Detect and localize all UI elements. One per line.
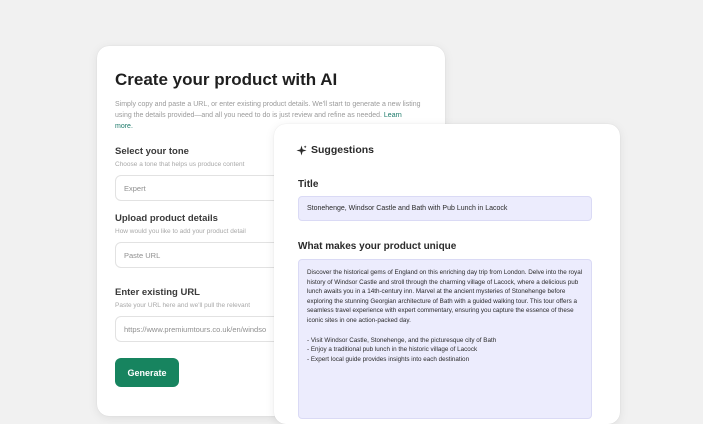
unique-paragraph: Discover the historical gems of England …	[307, 269, 583, 324]
list-item: - Expert local guide provides insights i…	[307, 355, 470, 363]
unique-bullet-list: - Visit Windsor Castle, Stonehenge, and …	[307, 336, 583, 365]
upload-label: Upload product details	[115, 213, 218, 224]
suggestions-header: Suggestions	[296, 144, 374, 156]
generate-button[interactable]: Generate	[115, 358, 179, 387]
url-help: Paste your URL here and we'll pull the r…	[115, 302, 251, 309]
suggestions-heading: Suggestions	[311, 144, 375, 156]
unique-label: What makes your product unique	[298, 241, 457, 252]
suggested-title-field[interactable]: Stonehenge, Windsor Castle and Bath with…	[298, 196, 592, 221]
list-item: - Visit Windsor Castle, Stonehenge, and …	[307, 336, 497, 344]
list-item: - Enjoy a traditional pub lunch in the h…	[307, 346, 478, 354]
create-title: Create your product with AI	[115, 70, 338, 89]
title-label: Title	[298, 179, 319, 190]
suggested-description-field[interactable]: Discover the historical gems of England …	[298, 259, 592, 419]
url-label: Enter existing URL	[115, 287, 200, 298]
create-description-text: Simply copy and paste a URL, or enter ex…	[115, 101, 421, 119]
tone-help: Choose a tone that helps us produce cont…	[115, 161, 245, 168]
suggestions-card: Suggestions Title Stonehenge, Windsor Ca…	[274, 124, 620, 424]
upload-help: How would you like to add your product d…	[115, 228, 246, 235]
tone-label: Select your tone	[115, 146, 189, 157]
sparkle-icon	[296, 144, 307, 156]
